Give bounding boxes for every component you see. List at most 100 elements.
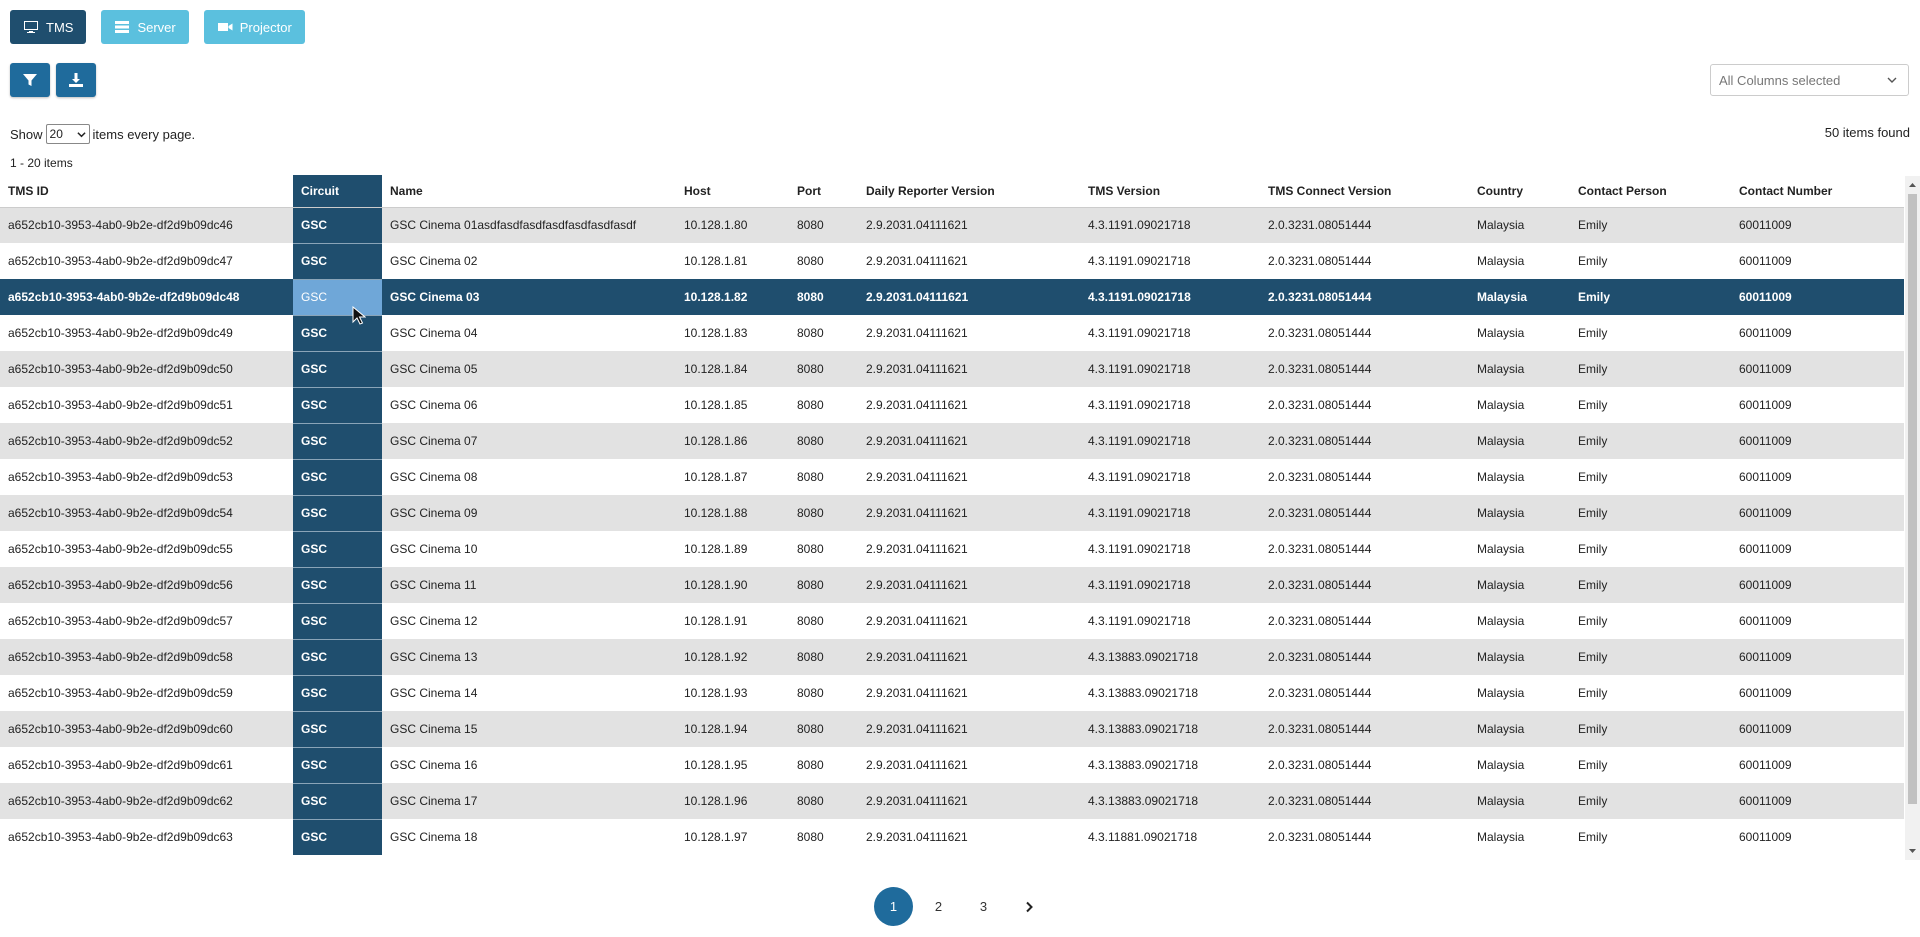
item-range-label: 1 - 20 items [10,156,73,170]
cell-contact-person: Emily [1570,315,1731,351]
cell-host: 10.128.1.91 [676,603,789,639]
cell-host: 10.128.1.86 [676,423,789,459]
cell-tms-version: 4.3.1191.09021718 [1080,495,1260,531]
scroll-down-arrow-icon[interactable] [1908,847,1917,856]
cell-circuit: GSC [293,566,382,603]
column-header-tms-connect-version[interactable]: TMS Connect Version [1260,175,1469,208]
download-button[interactable] [56,63,96,97]
table-scrollbar[interactable] [1905,176,1920,860]
page-button-2[interactable]: 2 [919,887,958,926]
table-row[interactable]: a652cb10-3953-4ab0-9b2e-df2d9b09dc63 GSC G… [0,818,1904,855]
cell-host: 10.128.1.84 [676,351,789,387]
top-nav: TMS Server Projector [10,10,305,44]
column-header-contact-number[interactable]: Contact Number [1731,175,1904,208]
cell-port: 8080 [789,351,858,387]
cell-contact-number: 60011009 [1731,819,1904,855]
table-row[interactable]: a652cb10-3953-4ab0-9b2e-df2d9b09dc61 GSC G… [0,746,1904,783]
table-row[interactable]: a652cb10-3953-4ab0-9b2e-df2d9b09dc59 GSC G… [0,674,1904,711]
cell-tms-version: 4.3.1191.09021718 [1080,459,1260,495]
cell-tms-id: a652cb10-3953-4ab0-9b2e-df2d9b09dc59 [0,675,293,711]
cell-tms-id: a652cb10-3953-4ab0-9b2e-df2d9b09dc60 [0,711,293,747]
table-row[interactable]: a652cb10-3953-4ab0-9b2e-df2d9b09dc49 GSC G… [0,314,1904,351]
page-button-3[interactable]: 3 [964,887,1003,926]
cell-tms-id: a652cb10-3953-4ab0-9b2e-df2d9b09dc55 [0,531,293,567]
cell-circuit: GSC [293,242,382,279]
table-row[interactable]: a652cb10-3953-4ab0-9b2e-df2d9b09dc51 GSC G… [0,386,1904,423]
cell-host: 10.128.1.90 [676,567,789,603]
cell-contact-number: 60011009 [1731,603,1904,639]
page-size-value: 20 [49,127,63,141]
cell-circuit: GSC [293,458,382,495]
cell-port: 8080 [789,711,858,747]
column-header-port[interactable]: Port [789,175,858,208]
download-icon [69,73,83,87]
table-row[interactable]: a652cb10-3953-4ab0-9b2e-df2d9b09dc60 GSC G… [0,710,1904,747]
cell-circuit: GSC [293,710,382,747]
cell-contact-number: 60011009 [1731,279,1904,315]
projector-tab-button[interactable]: Projector [203,10,305,44]
column-header-name[interactable]: Name [382,175,676,208]
cell-contact-person: Emily [1570,207,1731,243]
column-header-tms-id[interactable]: TMS ID [0,175,293,208]
table-row[interactable]: a652cb10-3953-4ab0-9b2e-df2d9b09dc53 GSC G… [0,458,1904,495]
cell-contact-number: 60011009 [1731,243,1904,279]
table-row[interactable]: a652cb10-3953-4ab0-9b2e-df2d9b09dc48 GSC G… [0,278,1904,315]
tms-tab-button[interactable]: TMS [10,10,87,44]
table-row[interactable]: a652cb10-3953-4ab0-9b2e-df2d9b09dc54 GSC G… [0,494,1904,531]
scroll-up-arrow-icon[interactable] [1908,180,1917,189]
page-size-control: Show 20 items every page. [10,124,195,144]
cell-name: GSC Cinema 05 [382,351,676,387]
cell-tms-version: 4.3.1191.09021718 [1080,567,1260,603]
column-header-contact-person[interactable]: Contact Person [1570,175,1731,208]
filter-button[interactable] [10,63,50,97]
table-row[interactable]: a652cb10-3953-4ab0-9b2e-df2d9b09dc56 GSC G… [0,566,1904,603]
cell-contact-person: Emily [1570,819,1731,855]
cell-host: 10.128.1.81 [676,243,789,279]
cell-daily-reporter-version: 2.9.2031.04111621 [858,567,1080,603]
cell-contact-number: 60011009 [1731,459,1904,495]
next-page-button[interactable] [1009,887,1048,926]
cell-name: GSC Cinema 11 [382,567,676,603]
server-tab-button[interactable]: Server [101,10,189,44]
column-header-daily-reporter-version[interactable]: Daily Reporter Version [858,175,1080,208]
cell-country: Malaysia [1469,279,1570,315]
table-row[interactable]: a652cb10-3953-4ab0-9b2e-df2d9b09dc57 GSC G… [0,602,1904,639]
cell-host: 10.128.1.92 [676,639,789,675]
cell-tms-version: 4.3.13883.09021718 [1080,711,1260,747]
cell-daily-reporter-version: 2.9.2031.04111621 [858,639,1080,675]
column-header-host[interactable]: Host [676,175,789,208]
cell-tms-id: a652cb10-3953-4ab0-9b2e-df2d9b09dc62 [0,783,293,819]
table-row[interactable]: a652cb10-3953-4ab0-9b2e-df2d9b09dc58 GSC G… [0,638,1904,675]
cell-daily-reporter-version: 2.9.2031.04111621 [858,243,1080,279]
scrollbar-thumb[interactable] [1908,194,1917,804]
cell-daily-reporter-version: 2.9.2031.04111621 [858,819,1080,855]
column-select[interactable]: All Columns selected [1710,64,1909,96]
column-header-tms-version[interactable]: TMS Version [1080,175,1260,208]
table-row[interactable]: a652cb10-3953-4ab0-9b2e-df2d9b09dc62 GSC G… [0,782,1904,819]
cell-contact-person: Emily [1570,423,1731,459]
cell-tms-id: a652cb10-3953-4ab0-9b2e-df2d9b09dc56 [0,567,293,603]
cell-contact-person: Emily [1570,459,1731,495]
cell-tms-connect-version: 2.0.3231.08051444 [1260,279,1469,315]
cell-country: Malaysia [1469,531,1570,567]
table-row[interactable]: a652cb10-3953-4ab0-9b2e-df2d9b09dc50 GSC G… [0,350,1904,387]
table-row[interactable]: a652cb10-3953-4ab0-9b2e-df2d9b09dc52 GSC G… [0,422,1904,459]
cell-circuit: GSC [293,350,382,387]
cell-contact-person: Emily [1570,639,1731,675]
cell-daily-reporter-version: 2.9.2031.04111621 [858,315,1080,351]
page-button-1[interactable]: 1 [874,887,913,926]
cell-tms-connect-version: 2.0.3231.08051444 [1260,423,1469,459]
column-header-country[interactable]: Country [1469,175,1570,208]
cell-tms-version: 4.3.13883.09021718 [1080,639,1260,675]
cell-daily-reporter-version: 2.9.2031.04111621 [858,495,1080,531]
cell-name: GSC Cinema 04 [382,315,676,351]
column-header-circuit[interactable]: Circuit [293,175,382,208]
table-row[interactable]: a652cb10-3953-4ab0-9b2e-df2d9b09dc46 GSC G… [0,206,1904,243]
cell-contact-number: 60011009 [1731,315,1904,351]
cell-name: GSC Cinema 12 [382,603,676,639]
page-size-select[interactable]: 20 [45,124,90,144]
table-row[interactable]: a652cb10-3953-4ab0-9b2e-df2d9b09dc55 GSC G… [0,530,1904,567]
cell-tms-connect-version: 2.0.3231.08051444 [1260,207,1469,243]
table-row[interactable]: a652cb10-3953-4ab0-9b2e-df2d9b09dc47 GSC G… [0,242,1904,279]
cell-port: 8080 [789,747,858,783]
